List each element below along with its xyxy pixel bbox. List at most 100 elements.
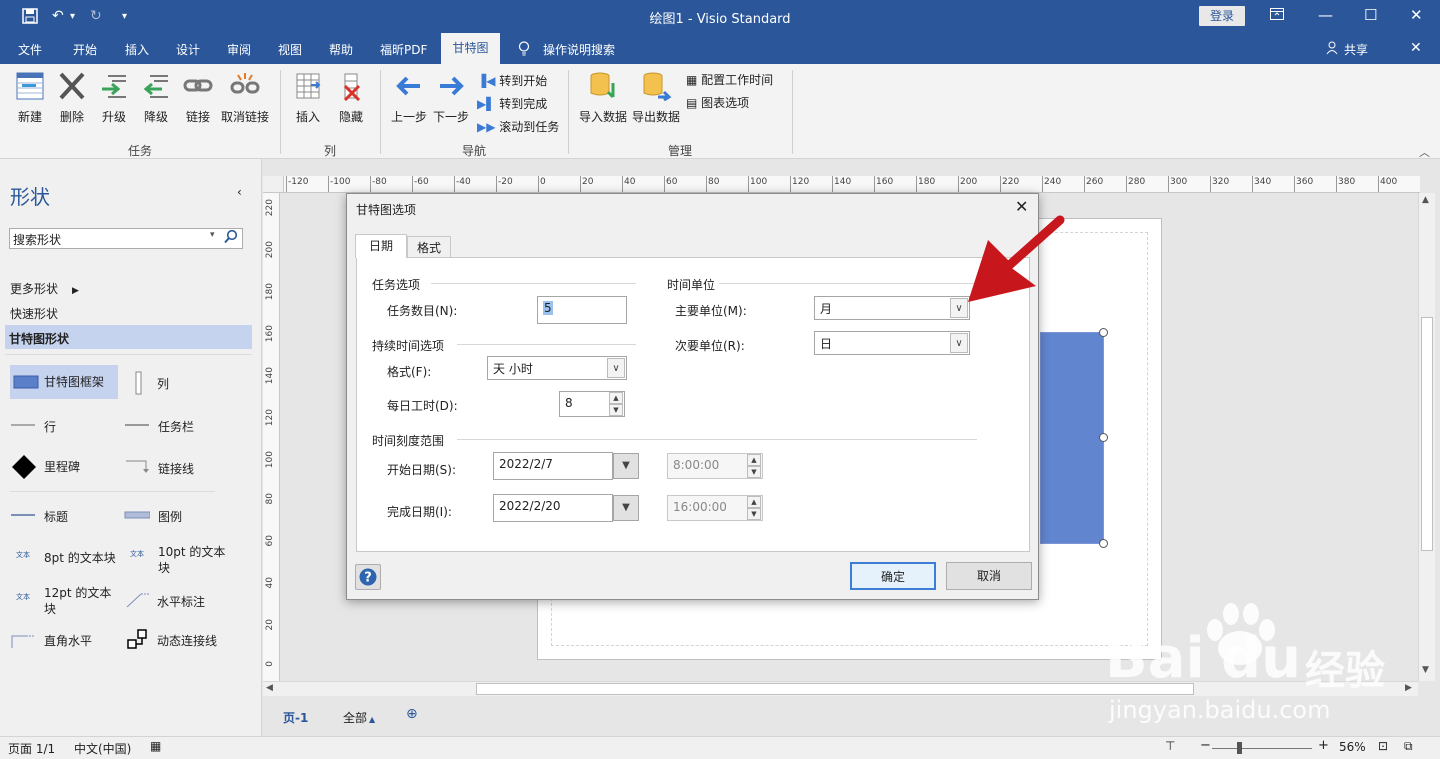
cancel-button[interactable]: 取消 [946,562,1032,590]
shape-row[interactable]: 行 [10,416,110,438]
page-tab-1[interactable]: 页-1 [283,709,308,726]
close-ribbon-icon[interactable]: ✕ [1410,40,1422,56]
help-button[interactable]: ? [355,564,381,590]
search-icon[interactable] [224,229,238,247]
insert-column-button[interactable]: 插入 [288,71,328,125]
minor-unit-select[interactable]: 日 ∨ [814,331,970,355]
chevron-down-icon[interactable]: ∨ [950,333,968,353]
finish-time-spinner[interactable]: 16:00:00 ▲ ▼ [667,495,763,521]
zoom-slider-thumb[interactable] [1237,742,1242,754]
add-page-icon[interactable]: ⊕ [406,706,418,722]
spin-down-icon[interactable]: ▼ [747,466,761,478]
search-shapes-input[interactable]: 搜索形状 ▾ [9,228,243,249]
collapse-panel-icon[interactable]: ‹ [237,185,242,199]
unlink-button[interactable]: 取消链接 [218,71,272,125]
ribbon-display-icon[interactable] [1270,6,1284,24]
scroll-to-task-button[interactable]: ▶▶ 滚动到任务 [477,118,559,135]
link-button[interactable]: 链接 [178,71,218,125]
zoom-out-icon[interactable]: − [1200,738,1211,753]
config-working-time-button[interactable]: ▦ 配置工作时间 [686,71,773,88]
zoom-level[interactable]: 56% [1339,740,1366,754]
quick-shapes-link[interactable]: 快速形状 [10,305,58,322]
shape-dynamic-connector[interactable]: 动态连接线 [124,628,244,654]
new-task-button[interactable]: 新建 [10,71,50,125]
spin-up-icon[interactable]: ▲ [747,496,761,508]
menu-file[interactable]: 文件 [18,41,42,58]
shape-task-bar[interactable]: 任务栏 [124,416,244,438]
selection-handle[interactable] [1099,433,1108,442]
chart-options-button[interactable]: ▤ 图表选项 [686,94,749,111]
zoom-slider-track[interactable] [1212,748,1312,749]
major-unit-select[interactable]: 月 ∨ [814,296,970,320]
more-shapes-link[interactable]: 更多形状 ▶ [10,280,79,297]
maximize-icon[interactable]: ☐ [1364,6,1377,24]
fit-page-icon[interactable]: ⊡ [1378,739,1388,753]
spin-down-icon[interactable]: ▼ [609,404,623,416]
switch-windows-icon[interactable]: ⧉ [1404,739,1413,754]
scroll-up-icon[interactable]: ▲ [1422,195,1429,205]
chevron-down-icon[interactable]: ∨ [607,358,625,378]
finish-date-input[interactable]: 2022/2/20 [493,494,613,522]
shape-milestone[interactable]: 里程碑 [10,454,110,480]
gantt-stencil-item[interactable]: 甘特图形状 [5,325,252,349]
hours-per-day-spinner[interactable]: 8 ▲ ▼ [559,391,625,417]
menu-gantt[interactable]: 甘特图 [441,33,500,64]
ok-button[interactable]: 确定 [850,562,936,590]
shape-column[interactable]: 列 [128,371,228,397]
finish-date-picker-button[interactable]: ▼ [613,495,639,521]
spin-up-icon[interactable]: ▲ [747,454,761,466]
tab-date[interactable]: 日期 [355,234,407,258]
tab-format[interactable]: 格式 [407,236,451,257]
indent-button[interactable]: 升级 [94,71,134,125]
delete-task-button[interactable]: 删除 [52,71,92,125]
menu-home[interactable]: 开始 [73,41,97,58]
scroll-left-icon[interactable]: ◀ [266,683,273,693]
horizontal-scroll-thumb[interactable] [476,683,1194,695]
spin-down-icon[interactable]: ▼ [747,508,761,520]
duration-format-select[interactable]: 天 小时 ∨ [487,356,627,380]
search-dropdown-icon[interactable]: ▾ [210,230,215,240]
start-time-spinner[interactable]: 8:00:00 ▲ ▼ [667,453,763,479]
shape-legend[interactable]: 图例 [124,506,244,528]
task-count-input[interactable]: 5 [537,296,627,324]
minimize-icon[interactable]: — [1318,6,1333,24]
login-button[interactable]: 登录 [1199,6,1245,26]
next-step-button[interactable]: 下一步 [431,71,471,125]
collapse-ribbon-icon[interactable]: ︿ [1419,144,1430,160]
shape-link-line[interactable]: 链接线 [124,457,244,479]
menu-insert[interactable]: 插入 [125,41,149,58]
shape-text-10pt[interactable]: 文本 10pt 的文本块 [124,541,244,577]
page-indicator[interactable]: 页面 1/1 [8,740,55,757]
language-indicator[interactable]: 中文(中国) [74,740,131,757]
menu-view[interactable]: 视图 [278,41,302,58]
shape-right-angle-horizontal[interactable]: 直角水平 [10,630,122,652]
import-data-button[interactable]: 导入数据 [578,71,628,125]
shape-text-12pt[interactable]: 文本 12pt 的文本块 [10,582,122,618]
goto-start-button[interactable]: ▐◀ 转到开始 [477,72,547,89]
shape-title[interactable]: 标题 [10,506,110,528]
shape-gantt-frame[interactable]: 甘特图框架 [10,365,118,399]
menu-help[interactable]: 帮助 [329,41,353,58]
tell-me-search[interactable]: 操作说明搜索 [543,41,615,58]
share-button[interactable]: 共享 [1344,41,1368,58]
presentation-mode-icon[interactable]: ⊤ [1165,739,1175,753]
close-window-icon[interactable]: ✕ [1410,6,1423,24]
export-data-button[interactable]: 导出数据 [631,71,681,125]
selection-handle[interactable] [1099,328,1108,337]
all-pages-button[interactable]: 全部 ▲ [343,709,375,726]
spin-up-icon[interactable]: ▲ [609,392,623,404]
start-date-picker-button[interactable]: ▼ [613,453,639,479]
zoom-in-icon[interactable]: + [1318,738,1329,753]
selection-handle[interactable] [1099,539,1108,548]
share-icon[interactable] [1326,41,1339,58]
gantt-chart-frame-shape[interactable] [1040,332,1104,544]
goto-finish-button[interactable]: ▶▌ 转到完成 [477,95,547,112]
horizontal-ruler[interactable]: -120 -100 -80 -60 -40 -20 0 20 40 60 80 100 120 140 16… [284,176,1420,193]
menu-review[interactable]: 审阅 [227,41,251,58]
previous-step-button[interactable]: 上一步 [389,71,429,125]
outdent-button[interactable]: 降级 [136,71,176,125]
vertical-scroll-thumb[interactable] [1421,317,1433,551]
menu-design[interactable]: 设计 [176,41,200,58]
menu-foxit-pdf[interactable]: 福昕PDF [380,41,427,58]
shape-horizontal-callout[interactable]: 水平标注 [124,589,244,611]
